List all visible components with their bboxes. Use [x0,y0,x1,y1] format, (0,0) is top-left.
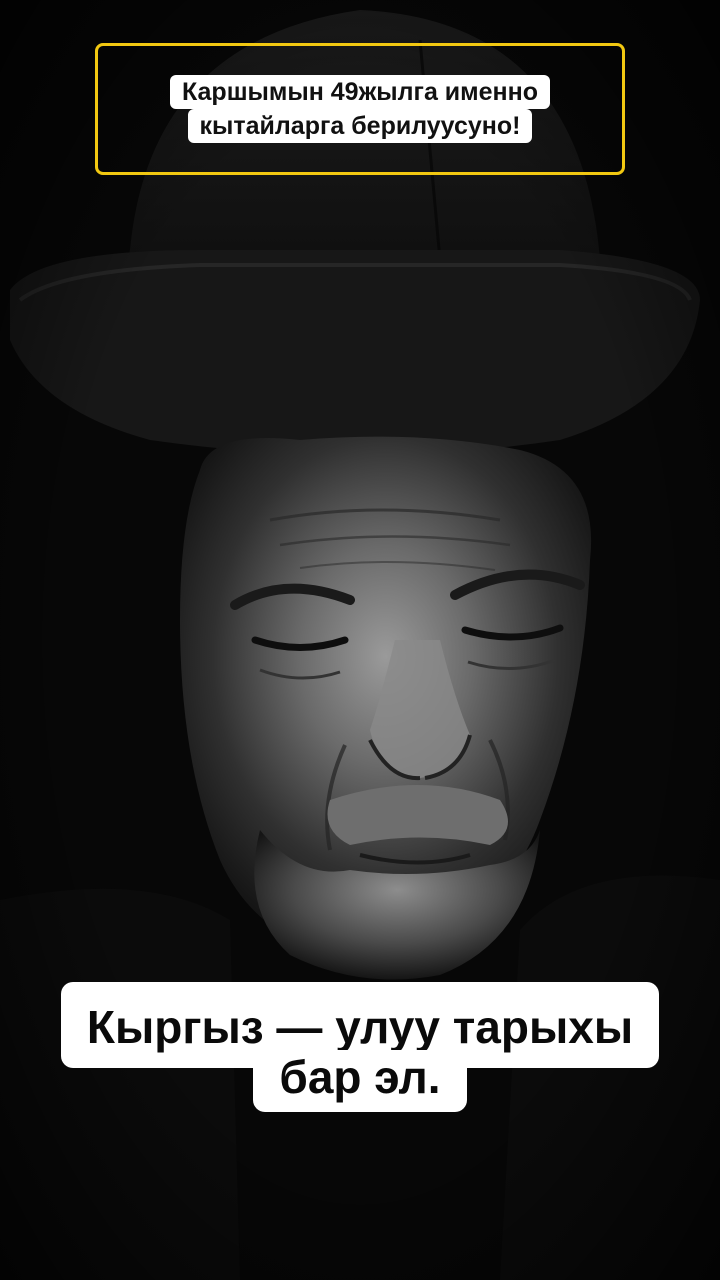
bottom-caption: Кыргыз — улуу тарыхы бар эл. [0,982,720,1112]
top-caption-line-2: кытайларга берилуусуно! [187,109,533,143]
top-caption-line-1: Каршымын 49жылга именно [169,75,551,109]
bottom-caption-line-2: бар эл. [253,1050,467,1112]
video-frame: Каршымын 49жылга именно кытайларга берил… [0,0,720,1280]
top-caption-box: Каршымын 49жылга именно кытайларга берил… [95,43,625,175]
